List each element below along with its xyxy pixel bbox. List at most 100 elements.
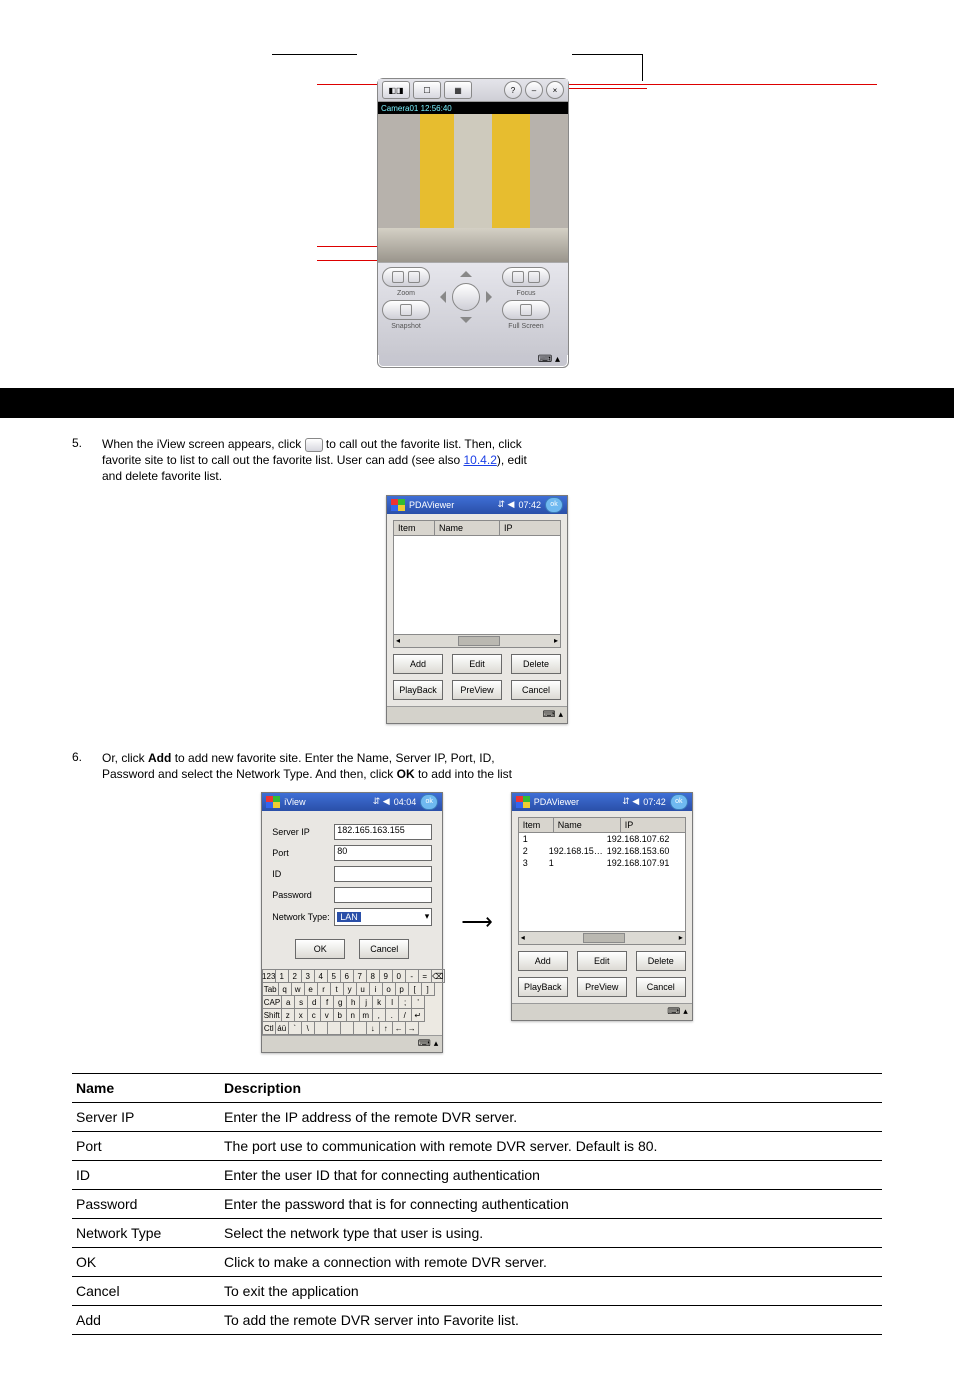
expand-icon[interactable]: ▴: [683, 1006, 688, 1017]
port-input[interactable]: 80: [334, 845, 432, 861]
playback-button[interactable]: PlayBack: [518, 977, 568, 997]
table-row[interactable]: 1192.168.107.62: [519, 833, 685, 845]
server-ip-label: Server IP: [272, 827, 334, 837]
desc-row: IDEnter the user ID that for connecting …: [72, 1160, 882, 1189]
taskbar: ⌨▴: [262, 1035, 442, 1052]
password-input[interactable]: [334, 887, 432, 903]
chevron-down-icon: ▾: [425, 911, 430, 922]
window-title: PDAViewer: [534, 797, 579, 807]
cancel-button[interactable]: Cancel: [359, 939, 409, 959]
cancel-button[interactable]: Cancel: [636, 977, 686, 997]
video-area: Camera01 12:56:40: [378, 102, 568, 262]
ok-button[interactable]: OK: [295, 939, 345, 959]
desc-row: Network TypeSelect the network type that…: [72, 1218, 882, 1247]
edit-button[interactable]: Edit: [452, 654, 502, 674]
focus-label: Focus: [516, 290, 535, 297]
snapshot-label: Snapshot: [391, 323, 421, 330]
clock: 07:42: [518, 500, 541, 510]
keyboard-icon[interactable]: ⌨: [418, 1038, 431, 1049]
pda-toolbar: ◧◨ ☐ ▦ ? – ×: [378, 79, 568, 102]
quad-view-icon[interactable]: ▦: [444, 81, 472, 99]
corner-callout-left: [272, 54, 357, 75]
preview-button[interactable]: PreView: [452, 680, 502, 700]
clock: 07:42: [643, 797, 666, 807]
table-body: 1192.168.107.622192.168.15…192.168.153.6…: [518, 832, 686, 932]
taskbar: ⌨▴: [512, 1003, 692, 1020]
expand-icon[interactable]: ▴: [434, 1038, 439, 1049]
add-button[interactable]: Add: [393, 654, 443, 674]
table-header: Item Name IP: [393, 520, 561, 535]
edit-button[interactable]: Edit: [577, 951, 627, 971]
keyboard-icon[interactable]: ⌨: [542, 709, 555, 720]
col-item: Item: [519, 818, 554, 832]
taskbar: ⌨▴: [387, 706, 567, 723]
network-type-label: Network Type:: [272, 912, 334, 922]
delete-button[interactable]: Delete: [636, 951, 686, 971]
control-panel: Zoom Snapshot Focus Full Screen: [378, 262, 568, 355]
step6-text-c: to add into the list: [418, 767, 512, 781]
zoom-buttons[interactable]: [382, 267, 430, 287]
snapshot-button[interactable]: [382, 300, 430, 320]
clock: 04:04: [394, 797, 417, 807]
titlebar: PDAViewer ⇵ ◀ 07:42 ok: [387, 496, 567, 514]
step6-text-a: Or, click: [102, 751, 148, 765]
desc-row: PasswordEnter the password that is for c…: [72, 1189, 882, 1218]
link-10-4-2[interactable]: 10.4.2: [464, 453, 497, 467]
step-6: 6. Or, click Add to add new favorite sit…: [102, 750, 882, 782]
ok-button[interactable]: ok: [670, 794, 688, 810]
minimize-icon[interactable]: –: [525, 81, 543, 99]
titlebar: PDAViewer ⇵ ◀ 07:42 ok: [512, 793, 692, 811]
callout-line: [317, 260, 382, 261]
col-name: Name: [554, 818, 621, 832]
device-preview: ◧◨ ☐ ▦ ? – × Camera01 12:56:40 Zoom: [317, 60, 637, 370]
step-number: 6.: [72, 750, 82, 764]
password-label: Password: [272, 890, 334, 900]
single-view-icon[interactable]: ☐: [413, 81, 441, 99]
ok-button[interactable]: ok: [545, 497, 563, 513]
expand-icon[interactable]: ▴: [558, 709, 563, 720]
col-ip: IP: [500, 521, 560, 535]
signal-icon: ⇵ ◀: [373, 796, 390, 807]
favorite-icon[interactable]: [305, 438, 323, 452]
ptz-dpad[interactable]: [436, 267, 496, 327]
keyboard-icon[interactable]: ⌨: [667, 1006, 680, 1017]
pda-mockup: ◧◨ ☐ ▦ ? – × Camera01 12:56:40 Zoom: [377, 78, 569, 368]
fullscreen-button[interactable]: [502, 300, 550, 320]
sip-toggle[interactable]: ⌨ ▴: [538, 354, 560, 365]
close-icon[interactable]: ×: [546, 81, 564, 99]
cancel-button[interactable]: Cancel: [511, 680, 561, 700]
step5-text-a: When the iView screen appears, click: [102, 437, 305, 451]
section-band: [0, 388, 954, 418]
windows-logo-icon: [266, 796, 280, 808]
help-icon[interactable]: ?: [504, 81, 522, 99]
table-row[interactable]: 31192.168.107.91: [519, 857, 685, 869]
corner-callout-right: [572, 54, 643, 81]
col-ip: IP: [621, 818, 685, 832]
field-description-table: NameDescriptionServer IPEnter the IP add…: [72, 1073, 882, 1335]
table-row[interactable]: 2192.168.15…192.168.153.60: [519, 845, 685, 857]
preview-button[interactable]: PreView: [577, 977, 627, 997]
add-button[interactable]: Add: [518, 951, 568, 971]
camera-osd: Camera01 12:56:40: [381, 104, 452, 113]
table-body: [393, 535, 561, 635]
zoom-label: Zoom: [397, 290, 415, 297]
id-input[interactable]: [334, 866, 432, 882]
server-ip-input[interactable]: 182.165.163.155: [334, 824, 432, 840]
h-scrollbar[interactable]: ◂▸: [518, 932, 686, 945]
soft-keyboard[interactable]: 1231234567890-=⌫Tabqwertyuiop[]CAPasdfgh…: [262, 969, 442, 1035]
ok-word: OK: [397, 767, 415, 781]
playback-button[interactable]: PlayBack: [393, 680, 443, 700]
header-name: Name: [72, 1073, 220, 1102]
table-header: Item Name IP: [518, 817, 686, 832]
favorite-list-populated: PDAViewer ⇵ ◀ 07:42 ok Item Name IP 1192…: [511, 792, 693, 1021]
port-label: Port: [272, 848, 334, 858]
focus-buttons[interactable]: [502, 267, 550, 287]
step-5: 5. When the iView screen appears, click …: [102, 436, 882, 485]
network-type-select[interactable]: LAN▾: [334, 908, 432, 926]
delete-button[interactable]: Delete: [511, 654, 561, 674]
h-scrollbar[interactable]: ◂▸: [393, 635, 561, 648]
ok-button[interactable]: ok: [420, 794, 438, 810]
header-desc: Description: [220, 1073, 882, 1102]
id-label: ID: [272, 869, 334, 879]
connect-icon[interactable]: ◧◨: [382, 81, 410, 99]
